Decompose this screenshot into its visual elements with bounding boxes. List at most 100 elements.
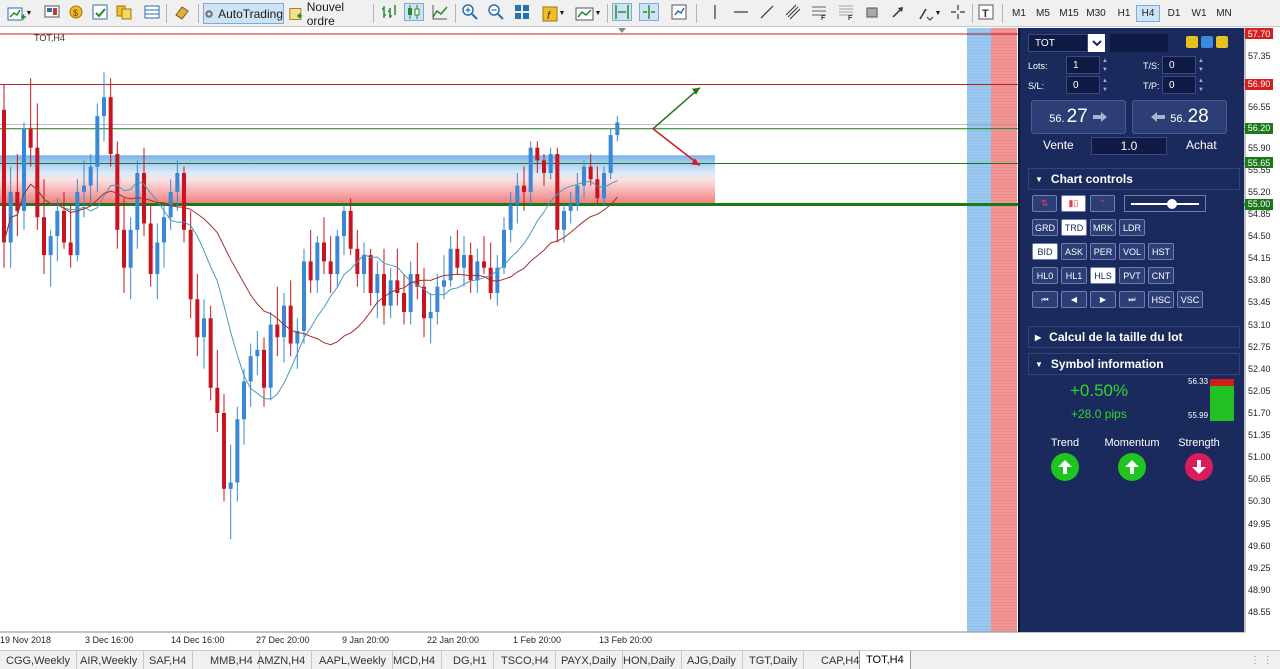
toggle-trd-button[interactable]: TRD [1061,219,1087,236]
trendline-icon[interactable] [757,3,777,21]
chart-controls-header[interactable]: ▼ Chart controls [1028,168,1240,190]
toggle-bid-button[interactable]: BID [1032,243,1058,260]
strategy-tester-icon[interactable] [172,3,192,21]
lock-icon[interactable] [1186,36,1198,48]
properties-icon[interactable] [669,3,689,21]
toggle-hls-button[interactable]: HLS [1090,267,1116,284]
symbol-info-header[interactable]: ▼ Symbol information [1028,353,1240,375]
market-watch-icon[interactable]: $ [66,3,86,21]
toggle-grd-button[interactable]: GRD [1032,219,1058,236]
timeframe-m15[interactable]: M15 [1057,5,1081,22]
chart-tab[interactable]: TSCO,H4 [495,651,556,669]
bar-style-button[interactable]: ⇅ [1032,195,1057,212]
chart-tab[interactable]: AJG,Daily [681,651,743,669]
candle-style-button[interactable]: ▮▯ [1061,195,1086,212]
timeframe-m30[interactable]: M30 [1084,5,1108,22]
tp-input[interactable]: 0 [1162,76,1196,94]
toggle-per-button[interactable]: PER [1090,243,1116,260]
indicators-icon[interactable]: f ▼ [538,3,568,24]
ts-input[interactable]: 0 [1162,56,1196,74]
new-order-button[interactable]: Nouvel ordre [288,0,370,28]
rectangle-icon[interactable] [862,3,882,21]
chart-tab[interactable]: SAF,H4 [143,651,194,669]
timeframe-m1[interactable]: M1 [1007,5,1031,22]
new-chart-icon[interactable]: ▼ [4,3,34,24]
chart-shift-icon[interactable] [612,3,632,21]
data-window-icon[interactable] [90,3,110,21]
prev-page-icon[interactable]: ◀ [1061,291,1087,308]
sell-price-button[interactable]: 56. 27 [1031,100,1126,134]
toggle-ask-button[interactable]: ASK [1061,243,1087,260]
timeframe-m5[interactable]: M5 [1031,5,1055,22]
candlestick-chart-icon[interactable] [404,3,424,21]
slider-handle[interactable] [1167,199,1177,209]
more-tabs-icon[interactable]: ⋮ ⋮ [1250,655,1273,666]
arrow-icon[interactable] [888,3,908,21]
minimize-icon[interactable] [1216,36,1228,48]
fibonacci-icon[interactable]: F [809,3,829,21]
horizontal-line-icon[interactable] [731,3,751,21]
timeframe-d1[interactable]: D1 [1162,5,1186,22]
profiles-icon[interactable] [42,3,62,21]
zoom-in-icon[interactable] [460,3,480,21]
toggle-hl0-button[interactable]: HL0 [1032,267,1058,284]
bar-chart-icon[interactable] [379,3,399,21]
line-style-button[interactable]: ⌃ [1090,195,1115,212]
toggle-pvt-button[interactable]: PVT [1119,267,1145,284]
toggle-cnt-button[interactable]: CNT [1148,267,1174,284]
sl-input[interactable]: 0 [1066,76,1100,94]
timeframe-mn[interactable]: MN [1212,5,1236,22]
timeframe-h1[interactable]: H1 [1112,5,1136,22]
sl-spinner[interactable]: ▲ ▼ [1101,76,1109,94]
toggle-vsc-button[interactable]: VSC [1177,291,1203,308]
chart-tab[interactable]: TGT,Daily [743,651,805,669]
first-page-icon[interactable]: ⏮ [1032,291,1058,308]
auto-scroll-icon[interactable] [639,3,659,21]
line-chart-icon[interactable] [430,3,450,21]
chart-tab[interactable]: AMZN,H4 [251,651,313,669]
toggle-ldr-button[interactable]: LDR [1119,219,1145,236]
price-badge: 57.70 [1245,28,1273,39]
chart-tab[interactable]: AAPL,Weekly [313,651,394,669]
toggle-mrk-button[interactable]: MRK [1090,219,1116,236]
autotrading-button[interactable]: AutoTrading [203,3,284,24]
equidistant-channel-icon[interactable] [783,3,803,21]
chart-tab[interactable]: HON,Daily [617,651,682,669]
lots-input[interactable]: 1 [1066,56,1100,74]
ts-spinner[interactable]: ▲ ▼ [1197,56,1205,74]
toggle-vol-button[interactable]: VOL [1119,243,1145,260]
chart-tab[interactable]: CGG,Weekly [0,651,77,669]
lot-size-calc-header[interactable]: ▶ Calcul de la taille du lot [1028,326,1240,348]
zoom-slider[interactable] [1124,195,1206,212]
chevron-down-icon[interactable] [1088,34,1105,52]
fibonacci-fan-icon[interactable]: F [836,3,856,21]
navigator-icon[interactable] [114,3,134,21]
symbol-search-input[interactable] [1110,34,1168,52]
toggle-hsc-button[interactable]: HSC [1148,291,1174,308]
lots-spinner[interactable]: ▲ ▼ [1101,56,1109,74]
vertical-line-icon[interactable] [705,3,725,21]
last-page-icon[interactable]: ⏭ [1119,291,1145,308]
buy-price-button[interactable]: 56. 28 [1132,100,1227,134]
timeframe-w1[interactable]: W1 [1187,5,1211,22]
chart-tab[interactable]: PAYX,Daily [555,651,624,669]
crosshair-icon[interactable] [948,3,968,21]
terminal-icon[interactable] [142,3,162,21]
zoom-out-icon[interactable] [486,3,506,21]
chart-tab[interactable]: MCD,H4 [387,651,443,669]
text-label-icon[interactable]: T [976,3,996,21]
settings-icon[interactable] [1201,36,1213,48]
tp-spinner[interactable]: ▲ ▼ [1197,76,1205,94]
volume-input[interactable]: 1.0 [1091,137,1167,155]
chart-tab[interactable]: DG,H1 [447,651,494,669]
toggle-hst-button[interactable]: HST [1148,243,1174,260]
chart-tab[interactable]: TOT,H4 [859,651,911,669]
shapes-icon[interactable]: ▼ [914,3,944,24]
templates-icon[interactable]: ▼ [572,3,604,24]
chart-tab[interactable]: AIR,Weekly [74,651,145,669]
symbol-select[interactable]: TOT [1028,34,1088,52]
next-page-icon[interactable]: ▶ [1090,291,1116,308]
toggle-hl1-button[interactable]: HL1 [1061,267,1087,284]
tile-windows-icon[interactable] [512,3,532,21]
timeframe-h4[interactable]: H4 [1136,5,1160,22]
